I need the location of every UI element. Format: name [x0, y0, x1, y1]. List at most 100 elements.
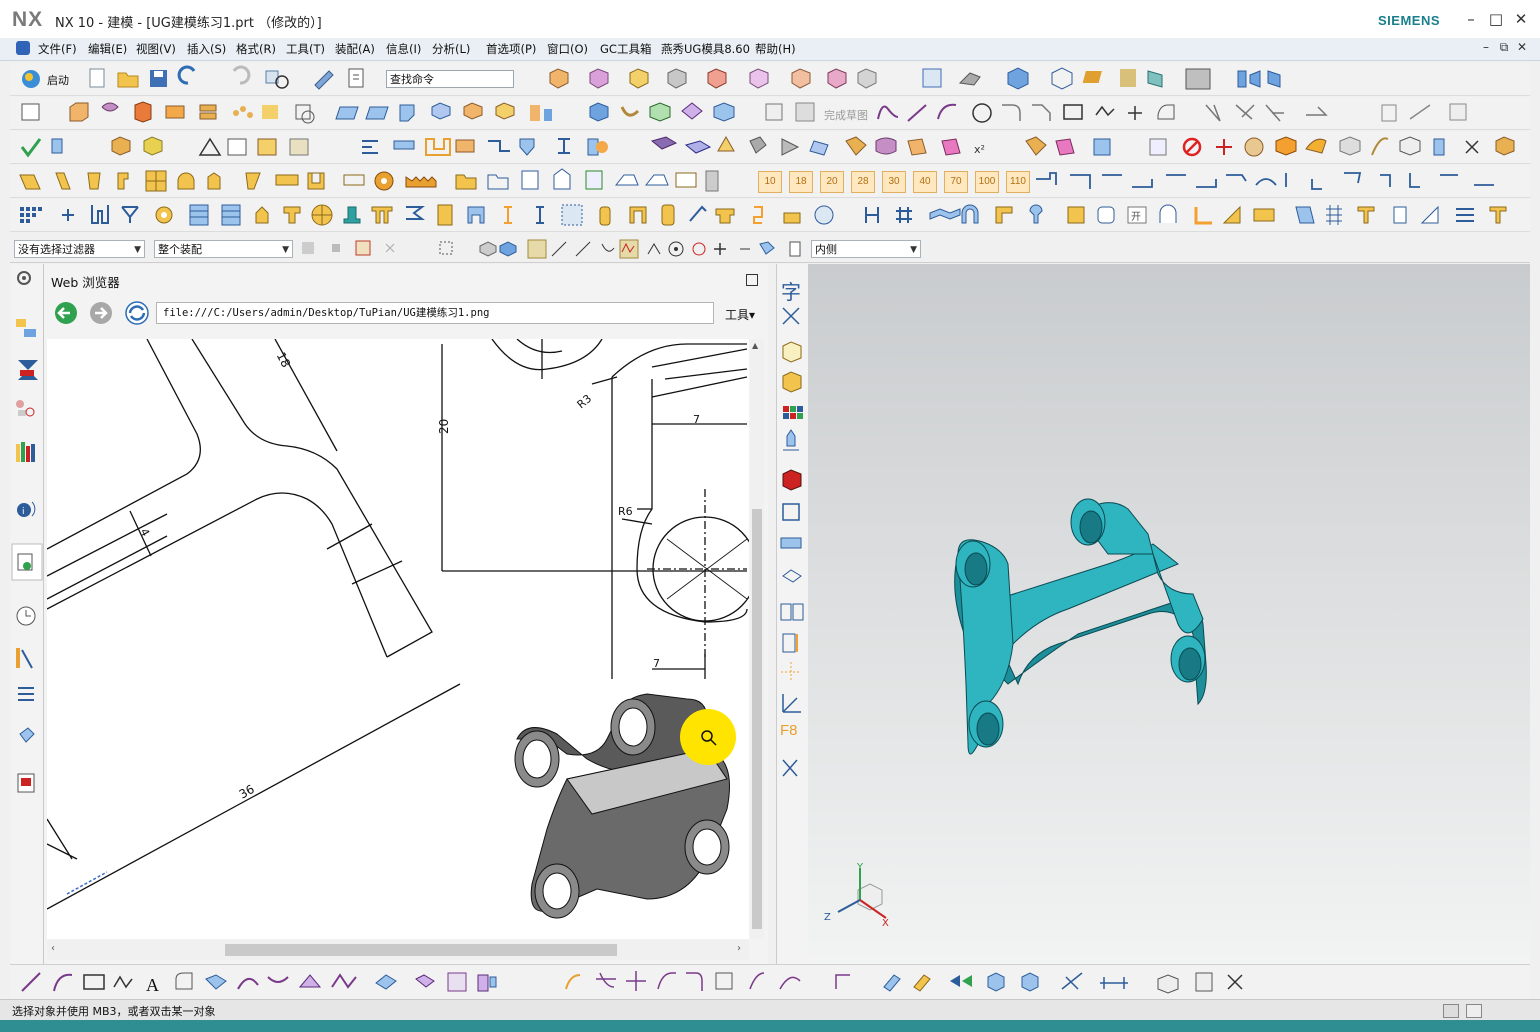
dimension-label: 36	[237, 782, 257, 802]
view-toolbar-icons[interactable]	[777, 264, 808, 964]
dimension-label: R3	[575, 392, 595, 411]
multiplier-button[interactable]: 28	[851, 171, 875, 193]
menu-preferences[interactable]: 首选项(P)	[486, 41, 536, 57]
nx-logo: NX	[12, 8, 44, 31]
svg-text:A: A	[146, 975, 159, 995]
view-triad-icon: Y Z X	[824, 862, 889, 929]
doc-minimize-button[interactable]: –	[1478, 40, 1494, 58]
standard-parts-toolbar: 开	[10, 199, 1530, 232]
status-message: 选择对象并使用 MB3，或者双击某一对象	[12, 1005, 216, 1018]
menu-tools[interactable]: 工具(T)	[286, 41, 325, 57]
selection-filter-select[interactable]: 没有选择过滤器 ▼	[14, 240, 145, 258]
cyan-part-render	[954, 498, 1207, 755]
standard-parts-toolbar-icons[interactable]: 开	[10, 199, 1530, 231]
menu-edit[interactable]: 编辑(E)	[88, 41, 127, 57]
maximize-button[interactable]: □	[1485, 8, 1507, 30]
refresh-icon[interactable]	[125, 301, 149, 325]
menu-gc-toolbox[interactable]: GC工具箱	[600, 41, 651, 57]
triad-x-label: X	[882, 918, 889, 929]
selection-scope-select[interactable]: 整个装配 ▼	[154, 240, 293, 258]
side-select[interactable]: 内侧 ▼	[811, 240, 921, 258]
browser-horizontal-scrollbar[interactable]: ‹ ›	[47, 940, 749, 960]
multiplier-button[interactable]: 18	[789, 171, 813, 193]
menu-view[interactable]: 视图(V)	[136, 41, 176, 57]
multiplier-button[interactable]: 10	[758, 171, 782, 193]
standard-toolbar	[10, 63, 1530, 96]
browser-tools-label: 工具	[725, 308, 750, 322]
title-bar: NX NX 10 - 建模 - [UG建模练习1.prt （修改的）] SIEM…	[0, 0, 1540, 39]
multiplier-button[interactable]: 100	[975, 171, 999, 193]
drawing-image: 20 18 R3 7 4 R6 7 36	[47, 339, 749, 939]
finish-sketch-label[interactable]: 完成草图	[824, 107, 868, 123]
dimension-label: R6	[618, 505, 633, 518]
text-tool-icon[interactable]: 字	[781, 276, 801, 305]
sketch-curve-toolbar-icons[interactable]: A	[10, 965, 1530, 999]
multiplier-button[interactable]: 40	[913, 171, 937, 193]
status-icon[interactable]	[1443, 1004, 1459, 1018]
sketch-curve-toolbar: A	[10, 964, 1530, 999]
resource-bar-icons[interactable]: i	[10, 264, 43, 964]
menu-yanxiu-mold[interactable]: 燕秀UG模具8.60	[661, 41, 750, 57]
scroll-right-icon[interactable]: ›	[737, 943, 741, 954]
chevron-down-icon: ▼	[282, 245, 289, 255]
engineering-drawing: 20 18 R3 7 4 R6 7 36	[47, 339, 749, 919]
multiplier-button[interactable]: 70	[944, 171, 968, 193]
browser-title: Web 浏览器	[51, 275, 120, 290]
multiplier-button[interactable]: 30	[882, 171, 906, 193]
menu-format[interactable]: 格式(R)	[236, 41, 276, 57]
status-bar: 选择对象并使用 MB3，或者双击某一对象	[0, 999, 1540, 1021]
menu-insert[interactable]: 插入(S)	[187, 41, 226, 57]
menu-window[interactable]: 窗口(O)	[547, 41, 588, 57]
scroll-left-icon[interactable]: ‹	[51, 943, 55, 954]
chevron-down-icon: ▼	[134, 245, 141, 255]
multiplier-button[interactable]: 20	[820, 171, 844, 193]
view-toolbar: 字 F8	[776, 264, 809, 964]
svg-text:开: 开	[1131, 212, 1141, 223]
edit-toolbar: x²	[10, 131, 1530, 164]
window-title: NX 10 - 建模 - [UG建模练习1.prt （修改的）]	[55, 16, 322, 31]
magnifier-cursor-icon	[680, 709, 736, 765]
scroll-thumb[interactable]	[752, 509, 762, 929]
nx-window: NX NX 10 - 建模 - [UG建模练习1.prt （修改的）] SIEM…	[0, 0, 1540, 1032]
scroll-thumb[interactable]	[225, 944, 617, 956]
dimension-label: 7	[653, 657, 660, 670]
doc-close-button[interactable]: ✕	[1514, 40, 1530, 58]
minimize-button[interactable]: –	[1460, 8, 1482, 30]
close-button[interactable]: ✕	[1510, 8, 1532, 30]
browser-nav-icons	[55, 301, 149, 325]
siemens-logo: SIEMENS	[1378, 13, 1441, 28]
browser-maximize-icon[interactable]	[746, 274, 758, 286]
browser-tools-menu[interactable]: 工具▾	[725, 306, 755, 323]
nx-menu-icon[interactable]	[16, 41, 30, 55]
feature-toolbar-icons[interactable]	[10, 97, 1530, 129]
multiplier-buttons: 10 18 20 28 30 40 70 100 110	[758, 171, 1038, 193]
menu-file[interactable]: 文件(F)	[38, 41, 77, 57]
window-frame-bottom	[0, 1020, 1540, 1032]
chevron-down-icon: ▼	[910, 245, 917, 255]
feature-toolbar: 完成草图	[10, 97, 1530, 130]
f8-icon[interactable]: F8	[780, 722, 798, 739]
menu-help[interactable]: 帮助(H)	[755, 41, 796, 57]
menu-assembly[interactable]: 装配(A)	[335, 41, 375, 57]
menu-analysis[interactable]: 分析(L)	[432, 41, 470, 57]
status-icon[interactable]	[1466, 1004, 1482, 1018]
selection-scope-value: 整个装配	[158, 243, 202, 256]
start-button[interactable]: 启动	[47, 72, 69, 88]
multiplier-button[interactable]: 110	[1006, 171, 1030, 193]
mold-toolbar: 10 18 20 28 30 40 70 100 110	[10, 165, 1530, 198]
triad-z-label: Z	[824, 912, 831, 923]
dimension-label: 7	[693, 413, 700, 426]
browser-vertical-scrollbar[interactable]: ▲	[750, 339, 764, 939]
resource-bar: i	[10, 264, 44, 964]
edit-toolbar-icons[interactable]: x²	[10, 131, 1530, 163]
standard-toolbar-icons[interactable]	[10, 63, 1530, 95]
command-search-input[interactable]: 查找命令	[386, 70, 514, 88]
browser-address-input[interactable]: file:///C:/Users/admin/Desktop/TuPian/UG…	[156, 302, 714, 324]
triad-y-label: Y	[856, 862, 864, 873]
doc-restore-button[interactable]: ⧉	[1496, 40, 1512, 58]
graphics-viewport[interactable]: Y Z X	[808, 264, 1530, 964]
menu-information[interactable]: 信息(I)	[386, 41, 421, 57]
dimension-label: 20	[437, 419, 451, 434]
scroll-up-icon[interactable]: ▲	[752, 341, 758, 350]
svg-text:i: i	[22, 507, 25, 517]
